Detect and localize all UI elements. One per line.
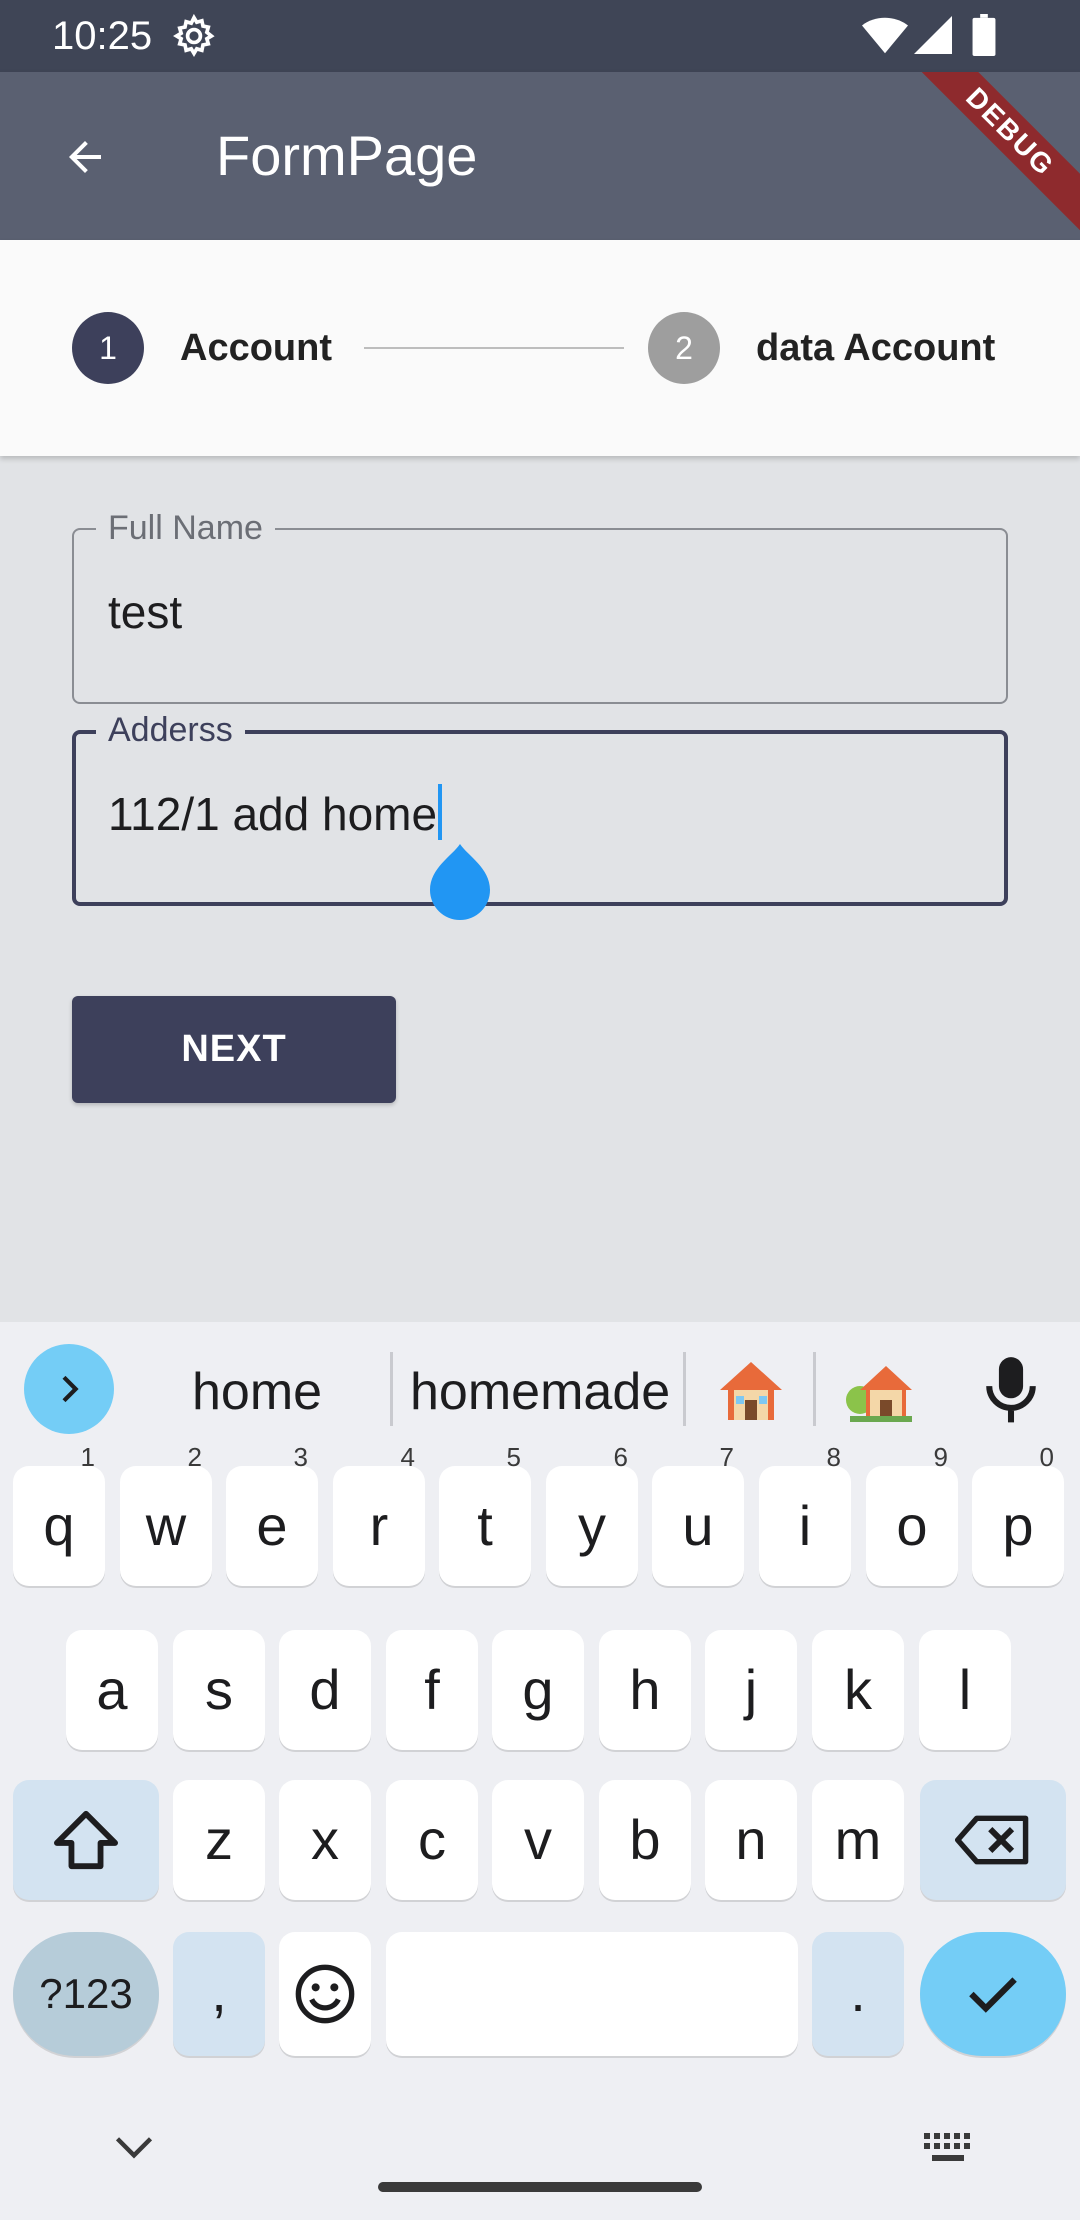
key-k[interactable]: k xyxy=(812,1630,904,1750)
key-w[interactable]: w2 xyxy=(120,1442,212,1586)
key-n[interactable]: n xyxy=(705,1780,797,1900)
key-l[interactable]: l xyxy=(919,1630,1011,1750)
keyboard-switch-icon[interactable] xyxy=(922,2130,974,2164)
page-title: FormPage xyxy=(216,124,478,187)
step-connector xyxy=(364,347,624,349)
chevron-right-icon xyxy=(62,1375,79,1403)
suggestion-divider xyxy=(390,1352,393,1426)
cursor-handle-icon[interactable] xyxy=(428,842,492,922)
key-j[interactable]: j xyxy=(705,1630,797,1750)
period-key[interactable]: . xyxy=(812,1932,904,2056)
hide-keyboard-chevron-icon[interactable] xyxy=(112,2134,156,2162)
address-label: Adderss xyxy=(96,708,245,752)
wifi-icon xyxy=(862,17,908,54)
smiley-face-icon xyxy=(295,1964,355,2024)
step-2-circle[interactable]: 2 xyxy=(648,312,720,384)
step-1-label[interactable]: Account xyxy=(180,324,332,372)
checkmark-icon xyxy=(969,1977,1017,2013)
full-name-label: Full Name xyxy=(96,506,275,550)
house-with-garden-emoji-icon[interactable] xyxy=(846,1356,916,1426)
key-y[interactable]: y6 xyxy=(546,1442,638,1586)
key-d[interactable]: d xyxy=(279,1630,371,1750)
comma-key[interactable]: , xyxy=(173,1932,265,2056)
key-g[interactable]: g xyxy=(492,1630,584,1750)
key-c[interactable]: c xyxy=(386,1780,478,1900)
debug-banner: DEBUG xyxy=(900,72,1080,252)
status-bar: 10:25 xyxy=(0,0,1080,72)
key-z[interactable]: z xyxy=(173,1780,265,1900)
next-button[interactable]: NEXT xyxy=(72,996,396,1103)
key-a[interactable]: a xyxy=(66,1630,158,1750)
house-emoji-icon[interactable] xyxy=(716,1356,786,1426)
status-time: 10:25 xyxy=(52,14,153,58)
step-1-circle[interactable]: 1 xyxy=(72,312,144,384)
text-cursor xyxy=(438,784,443,840)
suggestion-divider xyxy=(683,1352,686,1426)
key-m[interactable]: m xyxy=(812,1780,904,1900)
stepper: 1 Account 2 data Account xyxy=(0,240,1080,456)
key-x[interactable]: x xyxy=(279,1780,371,1900)
suggestion-homemade[interactable]: homemade xyxy=(410,1360,670,1424)
done-key[interactable] xyxy=(920,1932,1066,2056)
soft-keyboard: home homemade q1 w2 e3 r4 t5 y6 u7 i8 o9 xyxy=(0,1322,1080,2220)
home-gesture-bar[interactable] xyxy=(378,2182,702,2192)
shift-arrow-icon xyxy=(54,1810,118,1870)
full-name-value: test xyxy=(108,586,183,638)
address-value: 112/1 add home xyxy=(108,788,438,840)
full-name-field[interactable]: Full Name test xyxy=(72,506,1008,704)
suggestion-strip: home homemade xyxy=(0,1322,1080,1458)
key-h[interactable]: h xyxy=(599,1630,691,1750)
cell-signal-icon xyxy=(914,16,952,54)
battery-icon xyxy=(972,14,996,56)
address-value-wrap: 112/1 add home xyxy=(108,784,443,844)
back-button[interactable] xyxy=(40,112,130,202)
key-i[interactable]: i8 xyxy=(759,1442,851,1586)
key-b[interactable]: b xyxy=(599,1780,691,1900)
step-2-label[interactable]: data Account xyxy=(756,324,995,372)
key-t[interactable]: t5 xyxy=(439,1442,531,1586)
key-q[interactable]: q1 xyxy=(13,1442,105,1586)
key-p[interactable]: p0 xyxy=(972,1442,1064,1586)
microphone-icon[interactable] xyxy=(982,1354,1040,1428)
symbols-key[interactable]: ?123 xyxy=(13,1932,159,2056)
backspace-icon xyxy=(955,1815,1029,1865)
key-e[interactable]: e3 xyxy=(226,1442,318,1586)
key-s[interactable]: s xyxy=(173,1630,265,1750)
key-u[interactable]: u7 xyxy=(652,1442,744,1586)
app-bar: FormPage DEBUG xyxy=(0,72,1080,240)
address-field[interactable]: Adderss 112/1 add home xyxy=(72,708,1008,906)
suggestion-home[interactable]: home xyxy=(192,1360,322,1424)
arrow-back-icon xyxy=(69,141,101,173)
debug-banner-label: DEBUG xyxy=(903,72,1080,239)
key-r[interactable]: r4 xyxy=(333,1442,425,1586)
suggestion-divider xyxy=(813,1352,816,1426)
key-f[interactable]: f xyxy=(386,1630,478,1750)
key-o[interactable]: o9 xyxy=(866,1442,958,1586)
expand-toolbar-button[interactable] xyxy=(24,1344,114,1434)
shift-key[interactable] xyxy=(13,1780,159,1900)
emoji-key[interactable] xyxy=(279,1932,371,2056)
space-key[interactable] xyxy=(386,1932,798,2056)
backspace-key[interactable] xyxy=(920,1780,1066,1900)
key-v[interactable]: v xyxy=(492,1780,584,1900)
settings-gear-icon xyxy=(173,14,215,57)
